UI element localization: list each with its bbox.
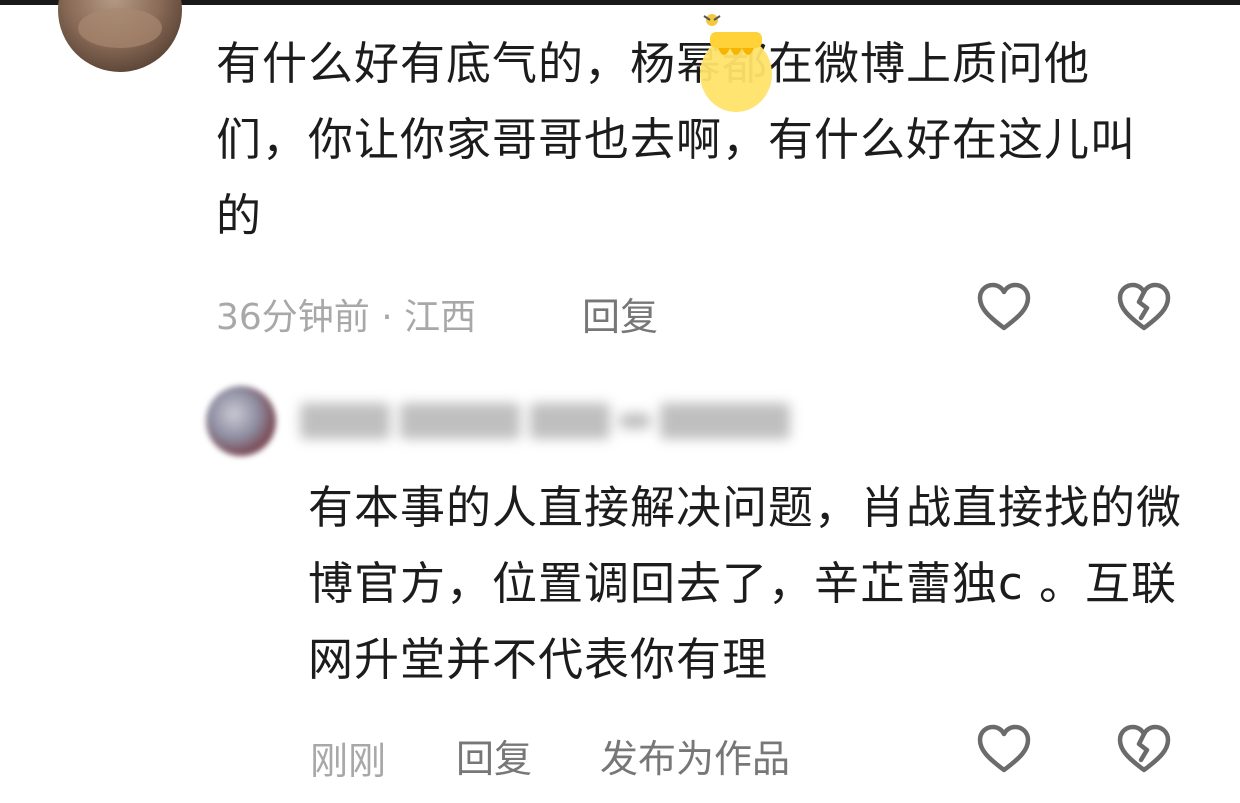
publish-as-work-button[interactable]: 发布为作品: [600, 728, 790, 783]
broken-heart-icon[interactable]: [1114, 720, 1174, 780]
avatar[interactable]: [206, 386, 276, 456]
heart-outline-icon[interactable]: [974, 720, 1034, 780]
heart-outline-icon[interactable]: [974, 278, 1034, 338]
comment-meta: 刚刚: [310, 739, 387, 783]
reply-button[interactable]: 回复: [582, 286, 658, 341]
blurred-username: [300, 392, 870, 450]
avatar[interactable]: [58, 0, 182, 72]
honey-jar-sticker-icon: [690, 6, 780, 116]
reply-button[interactable]: 回复: [456, 728, 532, 783]
status-strip: [0, 0, 1240, 5]
comment-text: 有本事的人直接解决问题，肖战直接找的微博官方，位置调回去了，辛芷蕾独c 。互联网…: [308, 481, 1183, 686]
comment-meta: 36分钟前 · 江西: [216, 297, 477, 338]
broken-heart-icon[interactable]: [1114, 278, 1174, 338]
